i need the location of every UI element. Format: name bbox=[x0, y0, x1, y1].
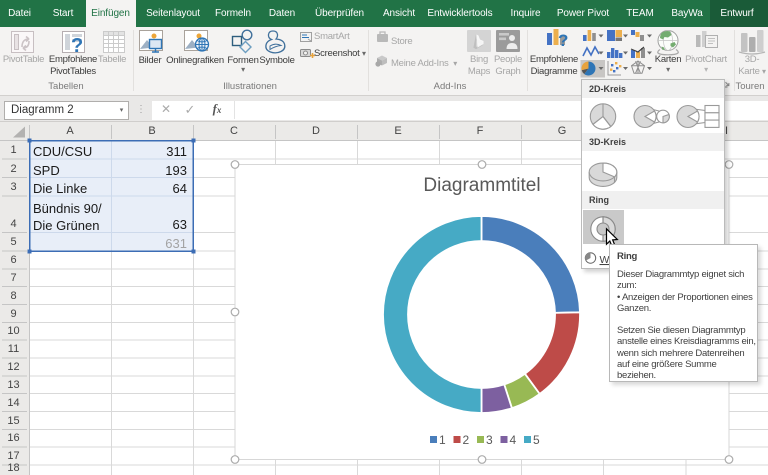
svg-text:?: ? bbox=[558, 31, 568, 50]
